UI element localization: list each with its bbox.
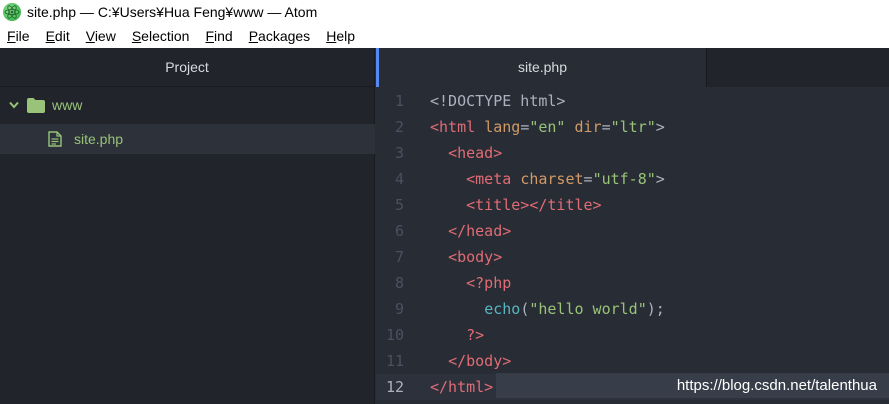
line-number: 4 <box>394 170 404 188</box>
code-text: <meta charset="utf-8"> <box>466 170 665 188</box>
code-line[interactable]: 7 <body> <box>376 244 889 270</box>
menu-item-file[interactable]: File <box>0 24 38 48</box>
code-text: <head> <box>448 144 503 162</box>
menu-label: dit <box>54 28 70 44</box>
menu-accelerator: F <box>7 28 16 44</box>
menu-accelerator: F <box>205 28 214 44</box>
menu-item-selection[interactable]: Selection <box>124 24 198 48</box>
menu-label: ackages <box>258 28 311 44</box>
code-line[interactable]: 11 </body> <box>376 348 889 374</box>
tab-bar-empty-area <box>706 48 889 87</box>
code-text: </body> <box>448 352 512 370</box>
menu-accelerator: E <box>45 28 55 44</box>
line-number: 3 <box>394 144 404 162</box>
atom-logo-icon <box>3 3 21 21</box>
window-title: site.php — C:¥Users¥Hua Feng¥www — Atom <box>27 4 318 20</box>
chevron-down-icon[interactable] <box>8 99 20 111</box>
code-text: <!DOCTYPE html> <box>430 92 566 110</box>
line-number: 2 <box>394 118 404 136</box>
code-line[interactable]: 1 <!DOCTYPE html> <box>376 88 889 114</box>
code-text: <body> <box>448 248 503 266</box>
code-line[interactable]: 3 <head> <box>376 140 889 166</box>
line-number: 8 <box>394 274 404 292</box>
line-number: 6 <box>394 222 404 240</box>
menu-bar: File Edit View Selection Find Packages Help <box>0 24 889 48</box>
menu-label: ile <box>15 28 30 44</box>
line-number: 5 <box>394 196 404 214</box>
menu-accelerator: P <box>248 28 259 44</box>
menu-item-help[interactable]: Help <box>318 24 363 48</box>
code-line[interactable]: 5 <title></title> <box>376 192 889 218</box>
code-text: <html lang="en" dir="ltr"> <box>430 118 665 136</box>
folder-label: www <box>52 97 83 113</box>
line-number: 9 <box>394 300 404 318</box>
code-text: ?> <box>466 326 485 344</box>
title-bar: site.php — C:¥Users¥Hua Feng¥www — Atom <box>0 0 889 24</box>
file-label: site.php <box>74 131 124 147</box>
code-line[interactable]: 9 echo("hello world"); <box>376 296 889 322</box>
project-panel: Project www site.php <box>0 48 375 404</box>
tab-site-php[interactable]: site.php <box>376 48 706 87</box>
project-panel-title: Project <box>0 48 374 87</box>
code-text: <?php <box>466 274 512 292</box>
menu-item-view[interactable]: View <box>78 24 124 48</box>
folder-icon <box>27 97 45 113</box>
menu-label: ind <box>214 28 233 44</box>
code-text: </html> <box>430 378 494 396</box>
code-text: </head> <box>448 222 512 240</box>
line-number: 12 <box>385 378 404 396</box>
code-text: echo("hello world"); <box>484 300 665 318</box>
menu-label: election <box>141 28 190 44</box>
code-line[interactable]: 8 <?php <box>376 270 889 296</box>
code-line[interactable]: 2 <html lang="en" dir="ltr"> <box>376 114 889 140</box>
menu-label: iew <box>94 28 116 44</box>
menu-item-find[interactable]: Find <box>197 24 240 48</box>
watermark-text: https://blog.csdn.net/talenthua <box>496 373 889 398</box>
file-text-icon <box>48 131 62 147</box>
menu-label: elp <box>336 28 355 44</box>
line-number: 1 <box>394 92 404 110</box>
line-number: 11 <box>385 352 404 370</box>
menu-accelerator: H <box>326 28 337 44</box>
tab-bar: site.php <box>376 48 889 87</box>
menu-accelerator: V <box>85 28 95 44</box>
line-number: 10 <box>385 326 404 344</box>
tree-folder-www[interactable]: www <box>0 90 375 120</box>
tree-file-site-php[interactable]: site.php <box>0 124 375 154</box>
code-line[interactable]: 6 </head> <box>376 218 889 244</box>
code-text: <title></title> <box>466 196 602 214</box>
menu-item-edit[interactable]: Edit <box>38 24 78 48</box>
code-editor[interactable]: 1 <!DOCTYPE html> 2 <html lang="en" dir="lt… <box>376 87 889 404</box>
code-line[interactable]: 4 <meta charset="utf-8"> <box>376 166 889 192</box>
menu-accelerator: S <box>131 28 142 44</box>
code-line[interactable]: 10 ?> <box>376 322 889 348</box>
menu-item-packages[interactable]: Packages <box>241 24 319 48</box>
line-number: 7 <box>394 248 404 266</box>
